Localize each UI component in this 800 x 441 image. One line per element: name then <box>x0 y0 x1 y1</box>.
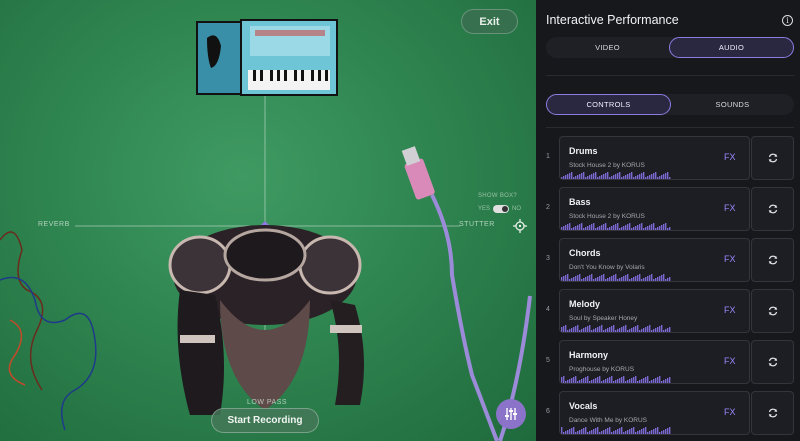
fx-button[interactable]: FX <box>724 152 736 162</box>
track-row: 4 Melody Soul by Speaker Honey FX <box>536 289 800 333</box>
side-panel: Interactive Performance i VIDEO AUDIO CO… <box>536 0 800 441</box>
fx-button[interactable]: FX <box>724 203 736 213</box>
chrome-sculpture-object <box>168 225 364 415</box>
squiggle-lines <box>0 231 97 431</box>
track-name: Chords <box>569 248 601 258</box>
track-row: 2 Bass Stock House 2 by KORUS FX <box>536 187 800 231</box>
track-card[interactable]: Drums Stock House 2 by KORUS FX <box>559 136 750 180</box>
track-waveform <box>561 274 671 281</box>
show-box-toggle-row: YES NO <box>478 205 521 213</box>
track-number: 4 <box>546 306 550 313</box>
track-card[interactable]: Melody Soul by Speaker Honey FX <box>559 289 750 333</box>
swap-sound-button[interactable] <box>751 340 794 384</box>
track-name: Vocals <box>569 401 598 411</box>
stage-artwork <box>0 19 532 441</box>
track-name: Melody <box>569 299 601 309</box>
fx-button[interactable]: FX <box>724 254 736 264</box>
swap-arrows-icon <box>768 357 777 367</box>
axis-label-stutter: STUTTER <box>459 221 495 228</box>
toggle-yes-label: YES <box>478 206 491 212</box>
media-tabs: VIDEO AUDIO <box>546 37 794 58</box>
track-card[interactable]: Chords Don't You Know by Volaris FX <box>559 238 750 282</box>
synth-keyboard-object <box>196 19 338 96</box>
track-source: Don't You Know by Volaris <box>569 264 645 271</box>
track-row: 3 Chords Don't You Know by Volaris FX <box>536 238 800 282</box>
tab-sounds[interactable]: SOUNDS <box>671 94 794 115</box>
track-name: Bass <box>569 197 591 207</box>
fx-button[interactable]: FX <box>724 305 736 315</box>
track-card[interactable]: Bass Stock House 2 by KORUS FX <box>559 187 750 231</box>
track-number: 6 <box>546 408 550 415</box>
show-box-toggle[interactable] <box>493 205 510 213</box>
track-name: Drums <box>569 146 598 156</box>
fx-button[interactable]: FX <box>724 356 736 366</box>
track-number: 2 <box>546 204 550 211</box>
start-recording-button[interactable]: Start Recording <box>211 408 319 433</box>
tab-controls[interactable]: CONTROLS <box>546 94 671 115</box>
swap-arrows-icon <box>768 255 777 265</box>
panel-title: Interactive Performance <box>546 13 679 27</box>
axis-label-reverb: REVERB <box>38 221 70 228</box>
toggle-no-label: NO <box>512 206 522 212</box>
track-number: 3 <box>546 255 550 262</box>
sub-tabs: CONTROLS SOUNDS <box>546 94 794 115</box>
swap-sound-button[interactable] <box>751 391 794 435</box>
axis-label-low-pass: LOW PASS <box>247 399 288 406</box>
swap-arrows-icon <box>768 204 777 214</box>
track-row: 5 Harmony Proghouse by KORUS FX <box>536 340 800 384</box>
swap-sound-button[interactable] <box>751 136 794 180</box>
crosshair-icon[interactable] <box>513 219 527 233</box>
swap-sound-button[interactable] <box>751 289 794 333</box>
track-number: 1 <box>546 153 550 160</box>
performance-stage[interactable]: Exit REVERB STUTTER LOW PASS SHOW BOX? Y… <box>0 0 536 441</box>
track-card[interactable]: Vocals Dance With Me by KORUS FX <box>559 391 750 435</box>
fx-button[interactable]: FX <box>724 407 736 417</box>
track-row: 1 Drums Stock House 2 by KORUS FX <box>536 136 800 180</box>
track-source: Soul by Speaker Honey <box>569 315 638 322</box>
track-waveform <box>561 427 671 434</box>
tab-video[interactable]: VIDEO <box>546 37 669 58</box>
swap-sound-button[interactable] <box>751 238 794 282</box>
track-waveform <box>561 223 671 230</box>
track-waveform <box>561 376 671 383</box>
track-waveform <box>561 325 671 332</box>
swap-arrows-icon <box>768 408 777 418</box>
mixer-button[interactable] <box>496 399 526 429</box>
track-card[interactable]: Harmony Proghouse by KORUS FX <box>559 340 750 384</box>
usb-cable-object <box>401 146 532 441</box>
swap-arrows-icon <box>768 153 777 163</box>
show-box-label: SHOW BOX? <box>478 193 518 199</box>
mixer-sliders-icon <box>505 408 517 420</box>
tab-audio[interactable]: AUDIO <box>669 37 794 58</box>
track-source: Dance With Me by KORUS <box>569 417 648 424</box>
panel-divider <box>546 127 794 128</box>
panel-divider <box>546 75 794 76</box>
track-waveform <box>561 172 671 179</box>
swap-arrows-icon <box>768 306 777 316</box>
track-source: Proghouse by KORUS <box>569 366 635 373</box>
track-source: Stock House 2 by KORUS <box>569 213 645 220</box>
track-number: 5 <box>546 357 550 364</box>
info-icon[interactable]: i <box>782 15 793 26</box>
exit-button[interactable]: Exit <box>461 9 518 34</box>
track-name: Harmony <box>569 350 609 360</box>
track-source: Stock House 2 by KORUS <box>569 162 645 169</box>
track-row: 6 Vocals Dance With Me by KORUS FX <box>536 391 800 435</box>
swap-sound-button[interactable] <box>751 187 794 231</box>
